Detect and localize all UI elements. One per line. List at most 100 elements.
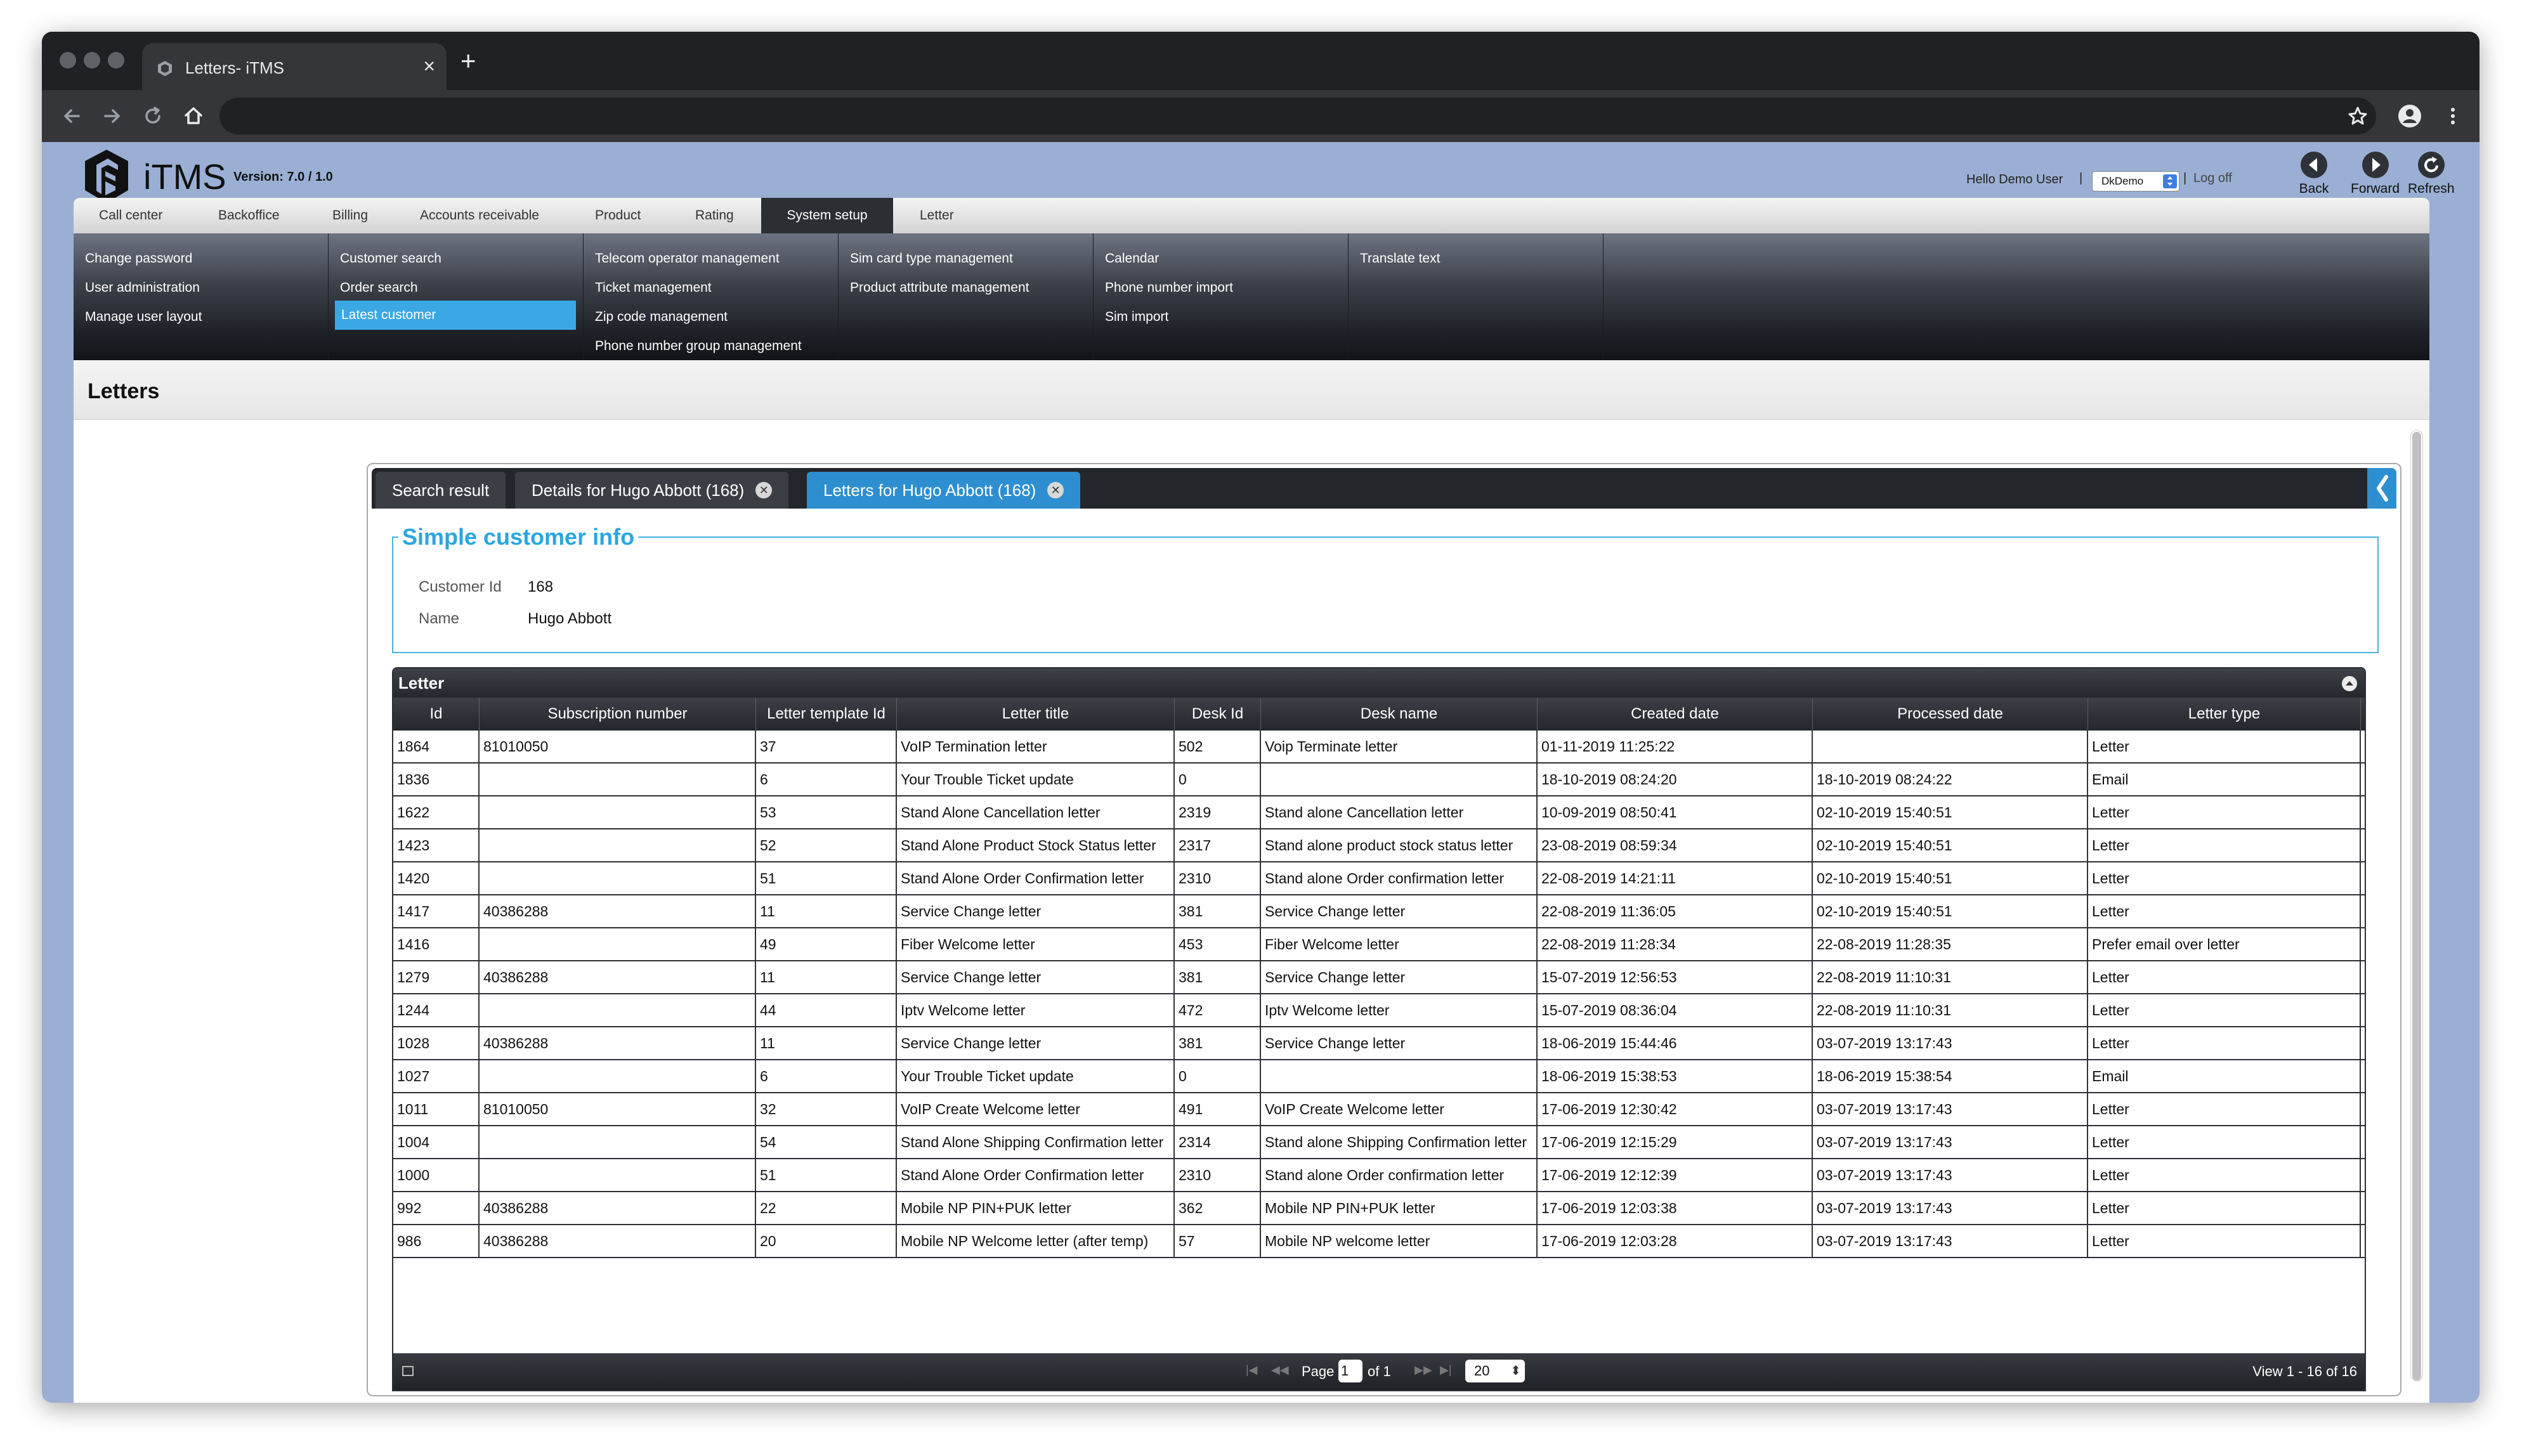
prev-page-icon[interactable]: ◀◀ xyxy=(1271,1363,1289,1377)
table-row[interactable]: 1417 40386288 11 Service Change letter 381 Se… xyxy=(393,895,2365,928)
menu-tab-letter[interactable]: Letter xyxy=(920,198,954,233)
column-header-created-date[interactable]: Created date xyxy=(1538,698,1813,731)
cell-letter-type: Letter xyxy=(2088,895,2361,927)
window-minimize-dot[interactable] xyxy=(84,52,100,68)
collapse-grid-icon[interactable] xyxy=(2342,676,2357,691)
refresh-button[interactable]: Refresh xyxy=(2408,150,2455,197)
table-row[interactable]: 1279 40386288 11 Service Change letter 381 Se… xyxy=(393,961,2365,994)
column-header-subscription-number[interactable]: Subscription number xyxy=(480,698,756,731)
submenu-item-ticket-management[interactable]: Ticket management xyxy=(595,280,712,296)
table-row[interactable]: 1004 54 Stand Alone Shipping Confirmation … xyxy=(393,1126,2365,1159)
window-maximize-dot[interactable] xyxy=(108,52,124,68)
browser-forward-icon[interactable] xyxy=(98,101,127,131)
column-header-processed-date[interactable]: Processed date xyxy=(1813,698,2088,731)
table-row[interactable]: 1244 44 Iptv Welcome letter 472 Iptv Welcome… xyxy=(393,994,2365,1027)
header-separator: | xyxy=(2183,171,2187,185)
submenu-item-change-password[interactable]: Change password xyxy=(85,251,192,266)
table-row[interactable]: 1420 51 Stand Alone Order Confirmation let… xyxy=(393,862,2365,895)
submenu-item-phone-number-group-management[interactable]: Phone number group management xyxy=(595,339,802,354)
cell-processed-date: 22-08-2019 11:10:31 xyxy=(1813,994,2088,1026)
table-row[interactable]: 1836 6 Your Trouble Ticket update 0 18-10-20… xyxy=(393,764,2365,796)
column-header-letter-template-id[interactable]: Letter template Id xyxy=(756,698,897,731)
table-row[interactable]: 1027 6 Your Trouble Ticket update 0 18-06-20… xyxy=(393,1060,2365,1093)
next-page-icon[interactable]: ▶▶ xyxy=(1415,1363,1432,1377)
collapse-panel-button[interactable] xyxy=(2367,468,2396,509)
column-header-letter-title[interactable]: Letter title xyxy=(897,698,1175,731)
submenu-item-manage-user-layout[interactable]: Manage user layout xyxy=(85,309,202,325)
scrollbar-thumb[interactable] xyxy=(2412,432,2421,1381)
cell-processed-date: 22-08-2019 11:10:31 xyxy=(1813,961,2088,993)
menu-tab-billing[interactable]: Billing xyxy=(332,198,368,233)
cell-id: 1028 xyxy=(393,1027,480,1059)
column-chooser-icon[interactable] xyxy=(402,1366,414,1376)
tab-close-icon[interactable]: × xyxy=(423,55,435,77)
column-header-desk-name[interactable]: Desk name xyxy=(1261,698,1538,731)
panel-tab-bar: Search result Details for Hugo Abbott (1… xyxy=(372,468,2396,509)
last-page-icon[interactable]: ▶| xyxy=(1440,1363,1452,1377)
table-row[interactable]: 986 40386288 20 Mobile NP Welcome letter (a… xyxy=(393,1225,2365,1258)
browser-window: Letters- iTMS × + iTMS Version: 7.0 / 1.… xyxy=(42,32,2480,1403)
page-number-input[interactable]: 1 xyxy=(1338,1360,1362,1382)
tab-close-icon[interactable]: ✕ xyxy=(1047,482,1064,499)
submenu-item-latest-customer[interactable]: Latest customer xyxy=(335,301,576,330)
cell-desk-id: 362 xyxy=(1175,1192,1261,1224)
table-row[interactable]: 1864 81010050 37 VoIP Termination letter 502… xyxy=(393,731,2365,764)
column-header-desk-id[interactable]: Desk Id xyxy=(1175,698,1261,731)
menu-tab-call-center[interactable]: Call center xyxy=(99,198,162,233)
browser-menu-icon[interactable] xyxy=(2438,101,2467,131)
column-header-letter-type[interactable]: Letter type xyxy=(2088,698,2361,731)
cell-subscription-number: 40386288 xyxy=(480,1225,756,1257)
window-close-dot[interactable] xyxy=(60,52,76,68)
tab-close-icon[interactable]: ✕ xyxy=(755,482,773,499)
submenu-item-user-administration[interactable]: User administration xyxy=(85,280,200,296)
table-row[interactable]: 1028 40386288 11 Service Change letter 381 Se… xyxy=(393,1027,2365,1060)
menu-tab-accounts-receivable[interactable]: Accounts receivable xyxy=(420,198,539,233)
company-select[interactable]: DkDemo xyxy=(2092,171,2179,192)
table-row[interactable]: 992 40386288 22 Mobile NP PIN+PUK letter 362… xyxy=(393,1192,2365,1225)
browser-home-icon[interactable] xyxy=(179,101,208,131)
browser-reload-icon[interactable] xyxy=(138,101,167,131)
logoff-link[interactable]: Log off xyxy=(2193,171,2232,186)
address-bar[interactable] xyxy=(219,98,2376,134)
submenu-item-order-search[interactable]: Order search xyxy=(340,280,418,296)
menu-tab-backoffice[interactable]: Backoffice xyxy=(218,198,280,233)
back-button[interactable]: Back xyxy=(2299,150,2329,197)
submenu-item-zip-code-management[interactable]: Zip code management xyxy=(595,309,728,325)
submenu-item-telecom-operator-management[interactable]: Telecom operator management xyxy=(595,251,780,266)
forward-button[interactable]: Forward xyxy=(2351,150,2400,197)
grid-pager: |◀ ◀◀ Page 1 of 1 ▶▶ ▶| 20 View 1 - 16 o… xyxy=(393,1353,2365,1390)
menu-tab-rating[interactable]: Rating xyxy=(695,198,734,233)
submenu-item-phone-number-import[interactable]: Phone number import xyxy=(1105,280,1233,296)
menu-tab-system-setup[interactable]: System setup xyxy=(761,198,893,233)
bookmark-star-icon[interactable] xyxy=(2343,101,2372,131)
table-row[interactable]: 1416 49 Fiber Welcome letter 453 Fiber Welco… xyxy=(393,928,2365,961)
table-row[interactable]: 1622 53 Stand Alone Cancellation letter 231… xyxy=(393,796,2365,829)
cell-letter-template-id: 37 xyxy=(756,731,897,762)
cell-id: 1279 xyxy=(393,961,480,993)
cell-desk-name: Iptv Welcome letter xyxy=(1261,994,1538,1026)
profile-avatar-icon[interactable] xyxy=(2395,101,2424,131)
tab-customer-details[interactable]: Details for Hugo Abbott (168) ✕ xyxy=(515,472,789,509)
submenu-item-sim-import[interactable]: Sim import xyxy=(1105,309,1168,325)
page-scrollbar[interactable] xyxy=(2410,430,2423,1381)
page-size-select[interactable]: 20 xyxy=(1465,1360,1525,1382)
cell-created-date: 17-06-2019 12:12:39 xyxy=(1538,1159,1813,1191)
new-tab-icon[interactable]: + xyxy=(461,47,476,75)
cell-letter-title: Iptv Welcome letter xyxy=(897,994,1175,1026)
cell-created-date: 18-06-2019 15:44:46 xyxy=(1538,1027,1813,1059)
submenu-item-sim-card-type-management[interactable]: Sim card type management xyxy=(850,251,1013,266)
tab-customer-letters[interactable]: Letters for Hugo Abbott (168) ✕ xyxy=(807,472,1081,509)
table-row[interactable]: 1423 52 Stand Alone Product Stock Status l… xyxy=(393,829,2365,862)
table-row[interactable]: 1000 51 Stand Alone Order Confirmation let… xyxy=(393,1159,2365,1192)
browser-tab[interactable]: Letters- iTMS × xyxy=(142,43,447,90)
submenu-item-customer-search[interactable]: Customer search xyxy=(340,251,441,266)
menu-tab-product[interactable]: Product xyxy=(595,198,641,233)
browser-back-icon[interactable] xyxy=(57,101,86,131)
column-header-id[interactable]: Id xyxy=(393,698,480,731)
tab-search-result[interactable]: Search result xyxy=(376,472,506,509)
first-page-icon[interactable]: |◀ xyxy=(1246,1363,1258,1377)
submenu-item-product-attribute-management[interactable]: Product attribute management xyxy=(850,280,1029,296)
table-row[interactable]: 1011 81010050 32 VoIP Create Welcome letter… xyxy=(393,1093,2365,1126)
submenu-item-calendar[interactable]: Calendar xyxy=(1105,251,1159,266)
submenu-item-translate-text[interactable]: Translate text xyxy=(1360,251,1440,266)
